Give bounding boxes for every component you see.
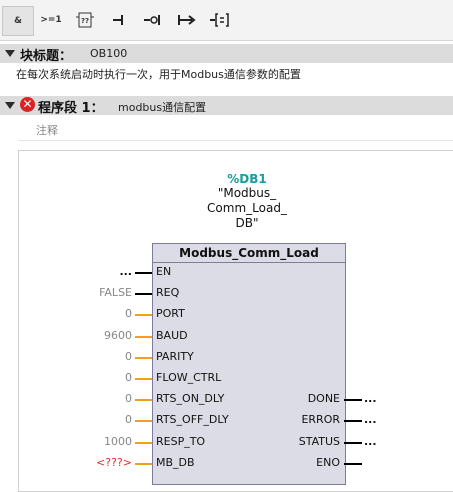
input-value-rts-off-dly[interactable]: 0	[72, 413, 132, 427]
instance-db-address[interactable]: %DB1	[190, 172, 304, 186]
input-pin-en: EN	[156, 265, 172, 278]
network-label: 程序段 1：	[38, 101, 104, 116]
collapse-triangle-icon[interactable]	[5, 50, 15, 57]
input-wire	[135, 357, 152, 359]
instance-db-name[interactable]: "Modbus_ Comm_Load_ DB"	[190, 186, 304, 231]
ladder-toolbar: & >=1 ??	[0, 0, 453, 41]
output-pin-error: ERROR	[301, 413, 340, 426]
empty-box-button[interactable]: ??	[70, 6, 100, 34]
output-wire	[344, 420, 362, 422]
output-wire	[344, 442, 362, 444]
block-title-header: 块标题： OB100	[0, 44, 453, 64]
block-description[interactable]: 在每次系统启动时执行一次，用于Modbus通信参数的配置	[16, 66, 301, 82]
input-value-req[interactable]: FALSE	[72, 286, 132, 300]
output-pin-status: STATUS	[298, 435, 340, 448]
input-pin-mb-db: MB_DB	[156, 456, 195, 469]
negate-icon	[144, 14, 162, 26]
negate-button[interactable]	[138, 6, 168, 34]
block-title-label: 块标题：	[20, 49, 73, 64]
output-value-done[interactable]: ...	[364, 392, 377, 406]
input-pin-resp-to: RESP_TO	[156, 435, 206, 448]
network-comment[interactable]: 注释	[18, 118, 453, 141]
input-value-flow-ctrl[interactable]: 0	[72, 371, 132, 385]
open-branch-button[interactable]	[104, 6, 134, 34]
input-wire	[135, 272, 152, 274]
instance-db-name-line: Comm_Load_	[207, 201, 287, 215]
input-pin-port: PORT	[156, 307, 185, 320]
instance-db-name-line: "Modbus_	[217, 186, 277, 200]
input-pin-baud: BAUD	[156, 329, 188, 342]
svg-text:??: ??	[81, 17, 89, 25]
input-wire	[135, 293, 152, 295]
function-block-name: Modbus_Comm_Load	[153, 244, 345, 263]
input-value-resp-to[interactable]: 1000	[72, 435, 132, 449]
output-wire	[344, 399, 362, 401]
set-reset-button[interactable]	[206, 6, 236, 34]
output-pin-eno: ENO	[316, 456, 340, 469]
input-wire	[135, 463, 152, 465]
error-icon: ✕	[20, 97, 35, 112]
input-wire	[135, 378, 152, 380]
input-wire	[135, 314, 152, 316]
comment-placeholder: 注释	[36, 124, 58, 137]
output-pin-done: DONE	[307, 392, 340, 405]
input-pin-req: REQ	[156, 286, 180, 299]
input-value-rts-on-dly[interactable]: 0	[72, 392, 132, 406]
block-title-value[interactable]: OB100	[90, 47, 127, 60]
assignment-icon	[178, 14, 196, 26]
and-icon: &	[14, 16, 22, 26]
open-branch-icon	[112, 14, 126, 26]
set-reset-icon	[210, 13, 232, 27]
input-wire	[135, 442, 152, 444]
input-pin-flow-ctrl: FLOW_CTRL	[156, 371, 222, 384]
output-wire	[344, 463, 362, 465]
network-title[interactable]: modbus通信配置	[118, 99, 206, 115]
input-value-mb-db[interactable]: <???>	[72, 456, 132, 470]
input-pin-rts-off-dly: RTS_OFF_DLY	[156, 413, 229, 426]
network-collapse-triangle-icon[interactable]	[5, 102, 15, 109]
input-wire	[135, 336, 152, 338]
input-wire	[135, 399, 152, 401]
network-header: 程序段 1： modbus通信配置	[0, 96, 453, 116]
input-value-port[interactable]: 0	[72, 307, 132, 321]
input-value-baud[interactable]: 9600	[72, 329, 132, 343]
assignment-button[interactable]	[172, 6, 202, 34]
input-pin-rts-on-dly: RTS_ON_DLY	[156, 392, 225, 405]
empty-box-icon: ??	[76, 12, 94, 28]
or-icon: >=1	[40, 15, 62, 25]
input-wire	[135, 420, 152, 422]
output-value-error[interactable]: ...	[364, 413, 377, 427]
output-value-status[interactable]: ...	[364, 435, 377, 449]
instance-db-name-line: DB"	[235, 216, 259, 230]
input-value-parity[interactable]: 0	[72, 350, 132, 364]
or-box-button[interactable]: >=1	[36, 6, 66, 34]
input-value-en[interactable]: ...	[72, 265, 132, 279]
input-pin-parity: PARITY	[156, 350, 194, 363]
and-box-button[interactable]: &	[2, 6, 34, 36]
